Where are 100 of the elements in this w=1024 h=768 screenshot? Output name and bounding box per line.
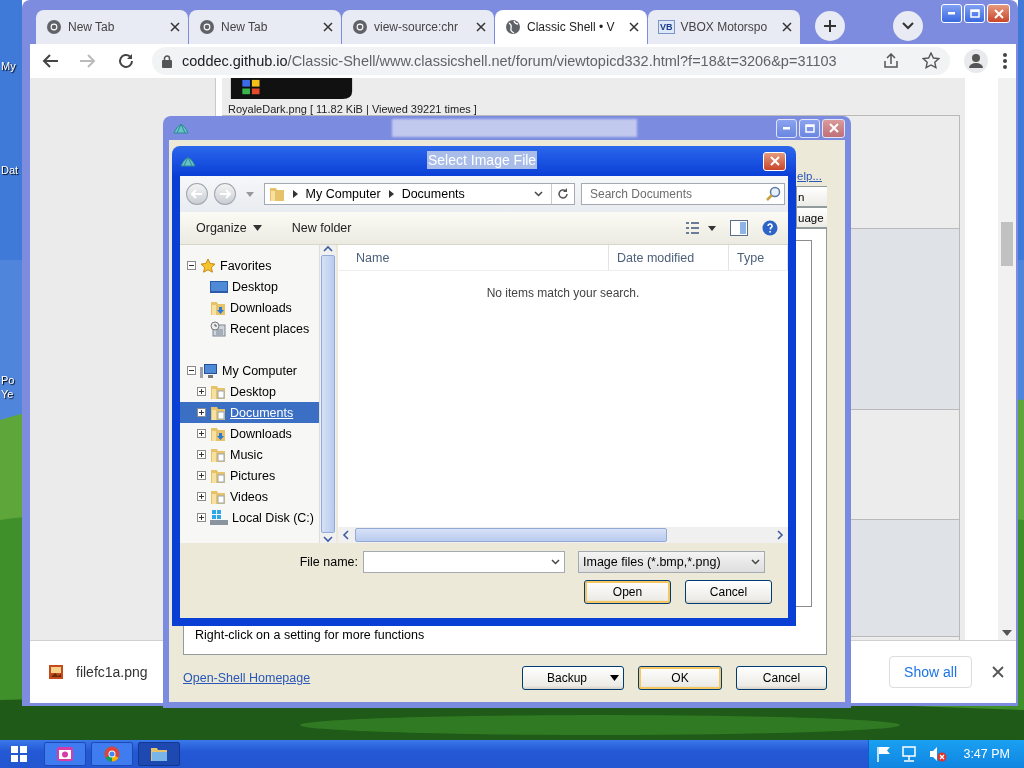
scroll-up-icon[interactable] [323,245,334,253]
tab-search-button[interactable] [893,11,923,41]
address-bar[interactable]: coddec.github.io/Classic-Shell/www.classicshell.net/forum/viewtopicd332.html?f=18&t=3206&p=31103 [152,47,950,75]
browser-tab[interactable]: Classic Shell • V [495,10,647,44]
breadcrumb-bar[interactable]: My Computer Documents [263,183,575,205]
dialog-button[interactable]: Cancel [685,580,772,604]
shell-icon [173,121,189,135]
browser-tab[interactable]: New Tab [36,10,188,44]
close-button[interactable] [822,118,845,138]
tree-item[interactable]: Desktop [180,381,320,402]
reload-icon [117,52,135,70]
folder-icon [210,404,226,421]
maximize-icon [969,9,980,18]
browser-tab[interactable]: view-source:chr [342,10,494,44]
settings-tab[interactable]: n [796,186,827,207]
tree-item[interactable]: Downloads [180,423,320,444]
expand-icon[interactable] [197,450,206,459]
toolbar-button[interactable]: Organize [196,221,262,235]
dialog-button[interactable]: Backup [522,665,624,690]
toolbar-button[interactable]: New folder [291,221,352,235]
scroll-down-icon[interactable] [1002,630,1012,636]
tree-item[interactable]: Videos [180,486,320,507]
browser-tab[interactable]: VB VBOX Motorspo [648,10,800,44]
column-header[interactable]: Date modified [609,245,729,270]
menu-icon[interactable] [1002,52,1008,70]
search-icon[interactable] [765,186,781,202]
expand-icon[interactable] [197,492,206,501]
scrollbar-thumb[interactable] [1001,222,1013,266]
share-icon[interactable] [882,53,900,69]
caret-icon [610,674,619,681]
tree-item[interactable]: Music [180,444,320,465]
drive-icon [210,509,228,526]
tree-item[interactable]: Recent places [180,318,320,339]
file-type-dropdown[interactable]: Image files (*.bmp,*.png) [578,551,765,573]
close-icon[interactable] [629,22,639,32]
refresh-icon[interactable] [557,188,569,200]
scrollbar-thumb[interactable] [355,528,667,542]
expand-icon[interactable] [197,471,206,480]
profile-icon[interactable] [964,49,988,73]
browser-tab[interactable]: New Tab [189,10,341,44]
flag-icon[interactable] [877,746,891,762]
scrollbar[interactable] [338,527,788,543]
help-icon[interactable] [762,220,778,236]
scrollbar-thumb[interactable] [321,255,336,533]
collapse-icon[interactable] [187,261,196,270]
show-all-button[interactable]: Show all [889,656,972,688]
dialog-button[interactable]: Cancel [736,665,827,690]
close-icon[interactable] [323,22,333,32]
muted-speaker-icon[interactable] [929,746,947,762]
expand-icon[interactable] [197,408,206,417]
tree-item[interactable]: My Computer [180,360,320,381]
view-options-icon[interactable] [686,222,716,234]
chevron-right-icon[interactable] [388,190,394,198]
tree-item[interactable]: Desktop [180,276,320,297]
preview-pane-icon[interactable] [730,220,748,236]
help-link[interactable]: elp... [797,170,822,182]
default-button[interactable]: OK [638,665,722,690]
expand-icon[interactable] [197,387,206,396]
collapse-icon[interactable] [187,366,196,375]
breadcrumb-item[interactable]: Documents [401,187,465,201]
taskbar-app-button[interactable] [44,742,86,766]
default-button[interactable]: Open [584,580,671,604]
close-icon[interactable] [782,22,792,32]
expand-icon[interactable] [197,513,206,522]
scroll-left-icon[interactable] [342,530,350,540]
close-icon[interactable] [992,666,1004,678]
tree-item[interactable]: Pictures [180,465,320,486]
close-icon[interactable] [476,22,486,32]
plus-icon [823,19,837,33]
breadcrumb-item[interactable]: My Computer [305,187,381,201]
folder-icon [210,446,226,463]
tree-item[interactable]: Favorites [180,255,320,276]
maximize-button[interactable] [799,118,820,138]
scroll-down-icon[interactable] [323,535,334,543]
new-tab-button[interactable] [815,11,845,41]
search-field[interactable]: Search Documents [581,183,785,205]
network-icon[interactable] [901,746,919,762]
tree-item[interactable]: Downloads [180,297,320,318]
forward-arrow-icon [79,53,97,69]
close-icon[interactable] [170,22,180,32]
column-header[interactable]: Type [729,245,788,270]
monitor-icon [210,279,228,294]
chevron-right-icon[interactable] [292,190,298,198]
folder-icon [150,746,168,762]
settings-tab[interactable]: uage [796,207,827,228]
scrollbar[interactable] [319,245,336,543]
scrollbar[interactable] [998,78,1016,640]
taskbar-app-button[interactable] [138,742,180,766]
tree-item[interactable]: Local Disk (C:) [180,507,320,528]
forward-arrow-icon [218,189,231,199]
expand-icon[interactable] [197,429,206,438]
download-file-name: filefc1a.png [76,664,148,680]
scroll-right-icon[interactable] [776,530,784,540]
file-name-field[interactable] [363,551,565,573]
column-header[interactable]: Name [338,245,609,270]
caret-icon[interactable] [245,191,254,197]
star-icon[interactable] [922,52,940,70]
taskbar-app-button[interactable] [91,742,133,766]
minimize-button[interactable] [776,118,797,138]
tree-item[interactable]: Documents [180,402,320,423]
